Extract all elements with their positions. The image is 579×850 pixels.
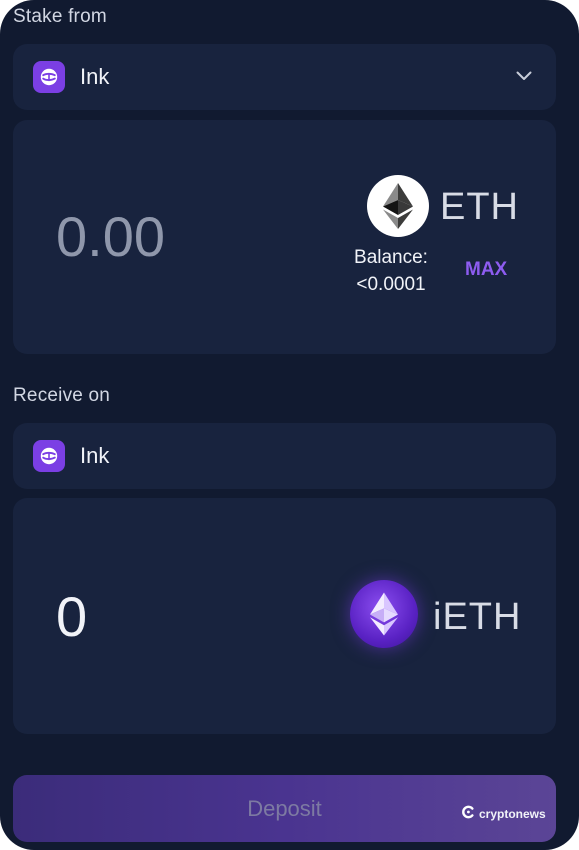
stake-chain-name: Ink [80,64,110,89]
ink-logo-icon [33,61,65,93]
cryptonews-logo-icon [461,805,475,822]
stake-amount-input[interactable] [56,204,316,269]
receive-chain-select[interactable]: Ink [13,423,556,489]
ink-logo-icon [33,440,65,472]
balance-value: <0.0001 [356,274,426,295]
receive-amount-card: iETH [13,498,556,734]
stake-widget: Stake from Ink 0.00 ETH Balance: <0.0001… [0,0,579,850]
receive-token-symbol: iETH [433,596,522,638]
stake-token-symbol: ETH [440,186,519,228]
stake-from-label: Stake from [13,6,107,27]
stake-chain-select[interactable]: Ink [13,44,556,110]
receive-chain-name: Ink [80,443,110,468]
max-button[interactable]: MAX [465,259,507,281]
receive-amount-output [56,584,316,649]
stake-amount-card: ETH Balance: <0.0001 MAX [13,120,556,354]
ieth-logo-icon [350,580,418,648]
eth-logo-icon [367,175,429,237]
cryptonews-watermark: cryptonews [461,805,546,822]
chevron-down-icon[interactable] [516,68,532,86]
balance-label: Balance: [354,247,428,268]
stake-balance: Balance: <0.0001 [331,244,451,298]
receive-on-label: Receive on [13,385,111,406]
watermark-text: cryptonews [479,806,546,821]
